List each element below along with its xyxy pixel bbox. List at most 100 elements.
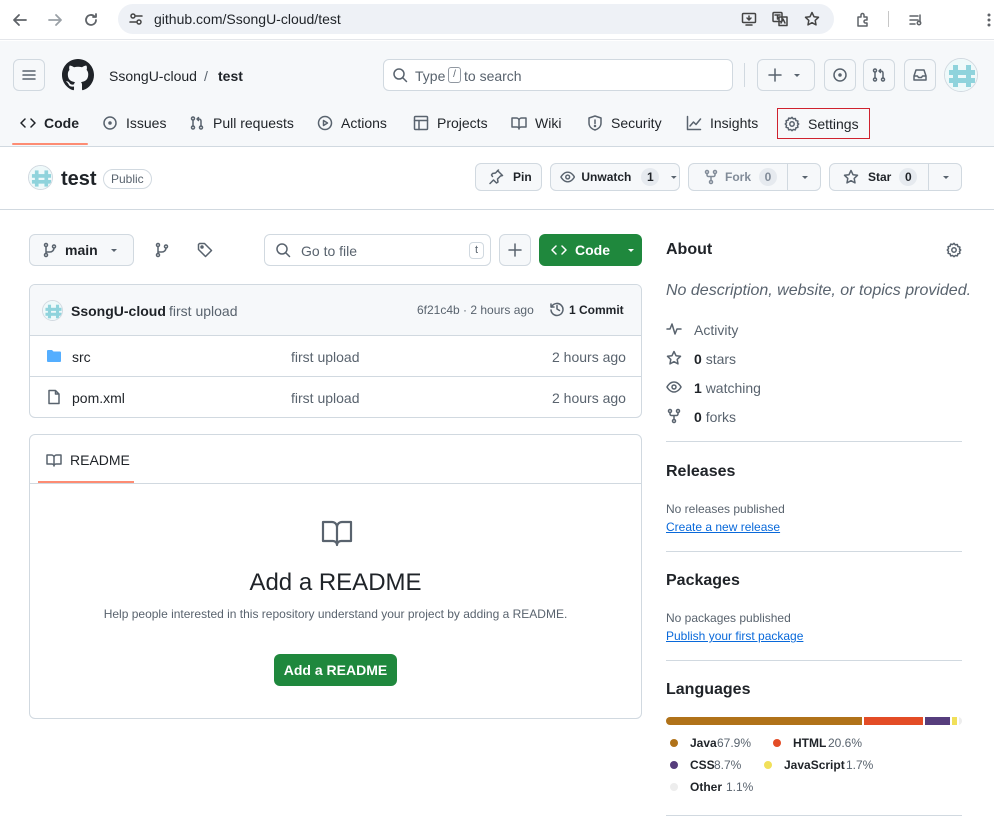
browser-menu-icon[interactable] (978, 9, 994, 31)
gear-icon[interactable] (946, 242, 962, 258)
reading-list-icon[interactable] (905, 9, 927, 31)
reload-icon[interactable] (80, 9, 102, 31)
chevron-down-icon[interactable] (800, 172, 810, 182)
tab-projects[interactable]: Projects (413, 107, 488, 139)
table-icon (413, 115, 429, 131)
search-shortcut-key: / (448, 67, 461, 83)
book-icon (320, 519, 354, 547)
user-avatar[interactable] (944, 58, 978, 92)
book-icon (511, 117, 527, 130)
file-name[interactable]: src (72, 349, 91, 365)
repo-owner-link[interactable]: SsongU-cloud (109, 68, 197, 84)
sidebar-divider (666, 441, 962, 442)
unwatch-label: Unwatch (581, 170, 632, 184)
language-name: HTML (793, 736, 827, 750)
extensions-icon[interactable] (852, 9, 874, 31)
unwatch-button[interactable]: Unwatch 1 (550, 163, 680, 191)
go-to-file-input[interactable]: Go to file t (264, 234, 491, 266)
eye-icon (666, 379, 682, 395)
tab-actions[interactable]: Actions (317, 107, 387, 139)
commit-meta[interactable]: 6f21c4b · 2 hours ago (417, 303, 534, 317)
file-commit-message[interactable]: first upload (291, 349, 359, 365)
chevron-down-icon[interactable] (941, 172, 951, 182)
packages-heading[interactable]: Packages (666, 572, 740, 590)
tab-insights[interactable]: Insights (686, 107, 758, 139)
file-name[interactable]: pom.xml (72, 390, 125, 406)
commit-author[interactable]: SsongU-cloud (71, 303, 166, 319)
browser-toolbar: github.com/SsongU-cloud/test (0, 0, 994, 40)
file-row[interactable]: src first upload 2 hours ago (30, 336, 641, 377)
go-to-file-placeholder: Go to file (301, 243, 358, 259)
search-suffix-text: to search (464, 68, 522, 84)
gear-icon (784, 116, 800, 131)
releases-empty-text: No releases published (666, 502, 785, 516)
publish-package-link[interactable]: Publish your first package (666, 629, 803, 643)
forks-link[interactable]: 0 forks (694, 409, 736, 425)
back-icon[interactable] (9, 9, 31, 31)
readme-tab[interactable]: README (70, 452, 130, 468)
tab-label: Actions (341, 115, 387, 131)
repo-name-link[interactable]: test (218, 68, 243, 84)
tab-pull-requests[interactable]: Pull requests (189, 107, 294, 139)
code-dropdown-button[interactable]: Code (539, 234, 642, 266)
hamburger-menu-button[interactable] (13, 59, 45, 91)
stars-label: stars (705, 351, 737, 367)
packages-empty-text: No packages published (666, 611, 791, 625)
search-input[interactable]: Type / to search (383, 59, 733, 91)
star-icon (843, 169, 859, 184)
forward-icon[interactable] (44, 9, 66, 31)
pull-requests-button[interactable] (863, 59, 895, 91)
tab-wiki[interactable]: Wiki (511, 107, 561, 139)
commit-count-link[interactable]: 1 Commit (569, 303, 624, 317)
file-commit-message[interactable]: first upload (291, 390, 359, 406)
issues-button[interactable] (824, 59, 856, 91)
header-divider (744, 63, 745, 87)
star-button[interactable]: Star 0 (829, 163, 962, 191)
active-tab-underline (12, 143, 88, 145)
add-readme-button[interactable]: Add a README (274, 654, 397, 686)
address-bar[interactable]: github.com/SsongU-cloud/test (118, 4, 834, 34)
tab-code[interactable]: Code (20, 107, 79, 139)
plus-icon (508, 243, 522, 257)
tab-label: Insights (710, 115, 759, 131)
about-heading: About (666, 241, 713, 258)
inbox-button[interactable] (904, 59, 936, 91)
tab-label: Pull requests (213, 115, 294, 131)
tab-label: Wiki (535, 115, 562, 131)
releases-heading[interactable]: Releases (666, 463, 735, 481)
tag-icon[interactable] (197, 242, 213, 258)
language-percent: 20.6% (828, 736, 863, 750)
stars-link[interactable]: 0 stars (694, 351, 736, 367)
fork-button[interactable]: Fork 0 (688, 163, 821, 191)
add-file-button[interactable] (499, 234, 531, 266)
branches-icon[interactable] (154, 242, 170, 258)
tab-issues[interactable]: Issues (102, 107, 166, 139)
git-pull-request-icon (872, 68, 886, 82)
tab-label: Projects (437, 115, 488, 131)
fork-counter: 0 (759, 168, 778, 186)
site-info-icon[interactable] (128, 11, 144, 27)
branch-selector[interactable]: main (29, 234, 134, 266)
create-release-link[interactable]: Create a new release (666, 520, 780, 534)
create-new-button[interactable] (757, 59, 815, 91)
file-age: 2 hours ago (552, 390, 626, 406)
url-text[interactable]: github.com/SsongU-cloud/test (154, 11, 341, 27)
readme-panel: README Add a README Help people interest… (29, 434, 642, 719)
commit-message[interactable]: first upload (169, 303, 237, 319)
pin-button[interactable]: Pin (475, 163, 542, 191)
watching-link[interactable]: 1 watching (694, 380, 761, 396)
tab-label: Issues (126, 115, 167, 131)
language-percent: 1.7% (846, 758, 874, 772)
tab-settings[interactable]: Settings (777, 108, 870, 139)
github-logo-icon[interactable] (62, 59, 94, 91)
translate-icon[interactable] (772, 11, 788, 27)
commit-author-avatar[interactable] (42, 300, 63, 321)
languages-heading: Languages (666, 681, 751, 698)
file-row[interactable]: pom.xml first upload 2 hours ago (30, 377, 641, 417)
activity-link[interactable]: Activity (694, 322, 738, 338)
tab-security[interactable]: Security (587, 107, 662, 139)
repo-title[interactable]: test (61, 168, 97, 191)
bookmark-star-icon[interactable] (804, 11, 820, 27)
install-app-icon[interactable] (741, 11, 757, 27)
star-icon (666, 350, 682, 366)
